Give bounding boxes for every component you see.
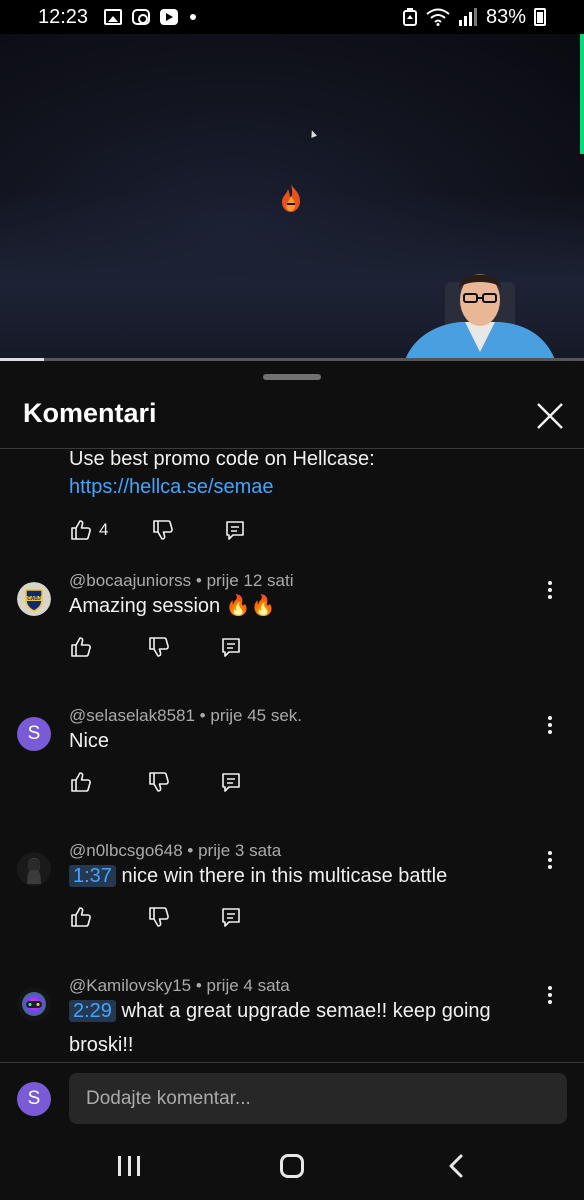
wifi-icon <box>426 8 450 26</box>
battery-icon <box>534 8 546 26</box>
user-avatar: S <box>17 1082 51 1116</box>
comments-list[interactable]: Use best promo code on Hellcase: https:/… <box>0 449 584 1062</box>
comment-text: nice win there in this multicase battle <box>115 865 448 887</box>
comment-actions <box>69 902 243 932</box>
comments-sheet: Komentari Use best promo code on Hellcas… <box>0 362 584 1200</box>
avatar[interactable]: S <box>17 717 51 751</box>
battery-percent: 83% <box>485 5 526 28</box>
reply-icon[interactable] <box>223 518 247 542</box>
comment-actions <box>69 632 243 662</box>
close-icon[interactable] <box>530 396 570 436</box>
video-player[interactable] <box>0 34 584 360</box>
reply-icon[interactable] <box>219 770 243 794</box>
dislike-icon[interactable] <box>151 518 175 542</box>
more-options-icon[interactable] <box>540 983 560 1007</box>
video-progress-bar[interactable] <box>0 358 584 361</box>
comment-time: prije 3 sata <box>198 841 282 860</box>
more-options-icon[interactable] <box>540 578 560 602</box>
hellcase-flame-logo-icon <box>282 184 300 212</box>
comment-time: prije 4 sata <box>206 976 290 995</box>
instagram-icon <box>132 9 151 25</box>
comment-author[interactable]: @selaselak8581 <box>69 706 195 725</box>
signal-icon <box>458 8 477 26</box>
comment-author[interactable]: @n0lbcsgo648 <box>69 841 183 860</box>
recent-apps-icon[interactable] <box>118 1156 140 1176</box>
comment-text: Use best promo code on Hellcase: <box>69 449 375 470</box>
youtube-icon <box>160 9 179 25</box>
boca-juniors-crest-avatar[interactable]: CABJ <box>17 582 51 616</box>
status-bar: 12:23 83% <box>0 0 584 34</box>
system-nav-bar <box>0 1130 584 1200</box>
svg-text:CABJ: CABJ <box>27 596 41 602</box>
dark-figure-avatar[interactable] <box>17 852 51 886</box>
drag-handle[interactable] <box>263 374 321 380</box>
comment-time: prije 12 sati <box>206 571 294 590</box>
video-progress-fill <box>0 358 44 361</box>
dislike-icon[interactable] <box>147 905 171 929</box>
like-count: 4 <box>99 520 109 539</box>
notification-dot-icon <box>190 14 197 20</box>
like-icon[interactable] <box>69 635 93 659</box>
more-options-icon[interactable] <box>540 848 560 872</box>
comment-text: Nice <box>69 730 110 752</box>
comment-text: what a great upgrade semae!! keep going … <box>69 1000 491 1056</box>
sheet-title: Komentari <box>23 398 157 428</box>
like-icon[interactable] <box>69 905 93 929</box>
like-icon[interactable] <box>69 770 93 794</box>
promo-link[interactable]: https://hellca.se/semae <box>69 473 274 501</box>
dislike-icon[interactable] <box>147 770 171 794</box>
home-icon[interactable] <box>280 1154 304 1178</box>
video-timestamp-link[interactable]: 1:37 <box>69 865 116 887</box>
comment-text: Amazing session <box>69 595 221 617</box>
recycle-icon <box>402 8 417 26</box>
colorful-controller-avatar[interactable] <box>17 987 51 1021</box>
gallery-icon <box>104 9 123 25</box>
more-options-icon[interactable] <box>540 713 560 737</box>
comment-time: prije 45 sek. <box>210 706 303 725</box>
comment-actions <box>69 767 243 797</box>
add-comment-input[interactable]: Dodajte komentar... <box>69 1073 567 1124</box>
reply-icon[interactable] <box>219 635 243 659</box>
video-timestamp-link[interactable]: 2:29 <box>69 1000 116 1022</box>
reply-icon[interactable] <box>219 905 243 929</box>
comment-actions: 4 <box>69 515 247 545</box>
webcam-frame-accent <box>580 34 584 154</box>
back-icon[interactable] <box>446 1154 466 1178</box>
like-icon[interactable] <box>69 518 93 542</box>
comment-author[interactable]: @Kamilovsky15 <box>69 976 191 995</box>
cursor-icon <box>308 129 318 138</box>
dislike-icon[interactable] <box>147 635 171 659</box>
input-divider <box>0 1062 584 1063</box>
streamer-webcam <box>405 274 555 360</box>
comment-author[interactable]: @bocaajuniorss <box>69 571 191 590</box>
clock: 12:23 <box>38 5 89 28</box>
fire-emoji: 🔥🔥 <box>225 595 276 617</box>
